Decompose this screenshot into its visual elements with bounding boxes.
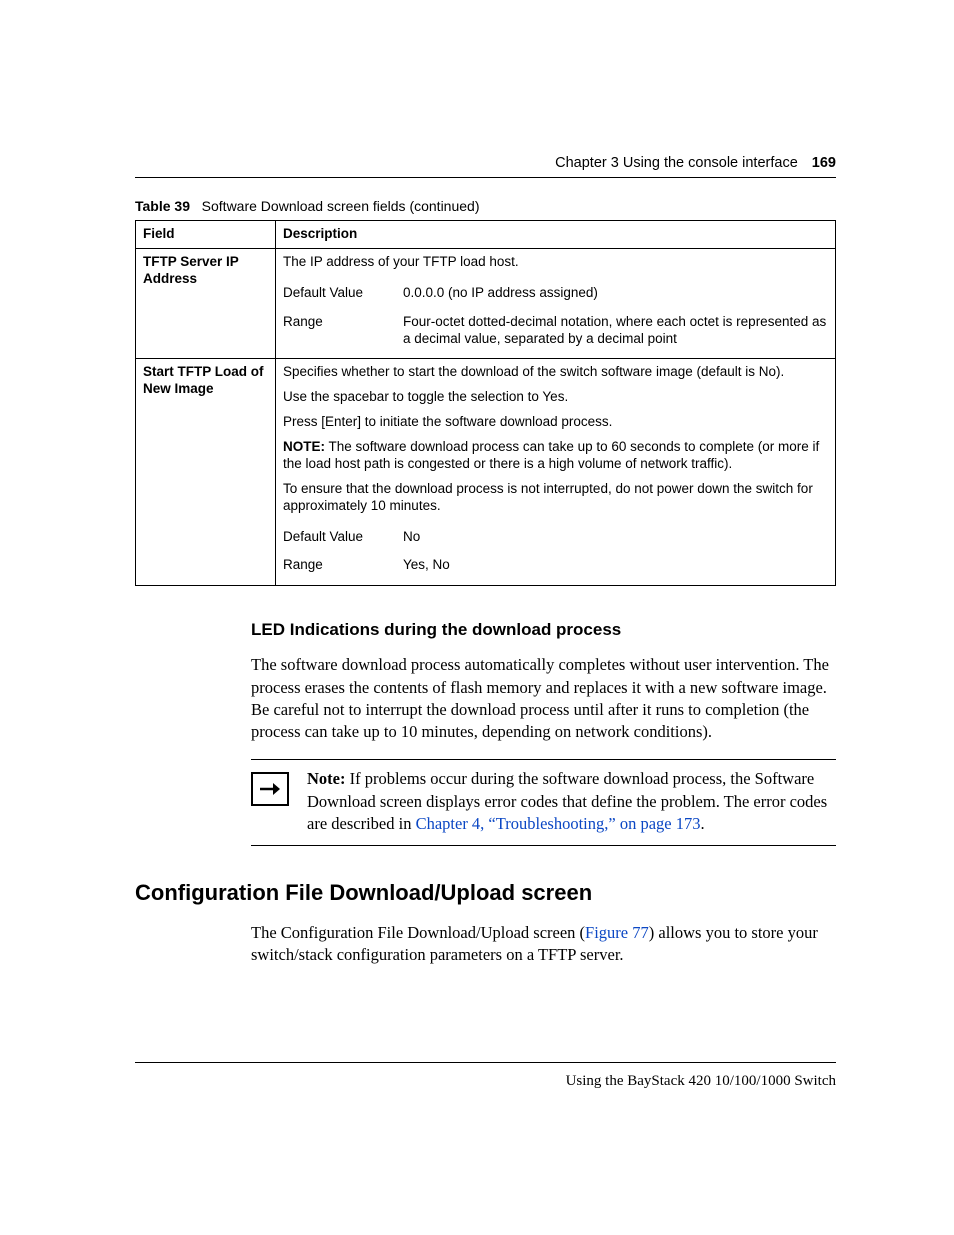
footer-rule	[135, 1062, 836, 1063]
range-label: Range	[283, 308, 403, 354]
page: Chapter 3 Using the console interface 16…	[0, 0, 954, 1235]
desc-note: NOTE: The software download process can …	[283, 439, 828, 473]
note-label: Note:	[307, 769, 345, 788]
col-description: Description	[276, 221, 836, 249]
desc-text: Press [Enter] to initiate the software d…	[283, 414, 828, 431]
fields-table: Field Description TFTP Server IP Address…	[135, 220, 836, 586]
note-body: Note: If problems occur during the softw…	[307, 768, 836, 835]
figure-link[interactable]: Figure 77	[585, 923, 649, 942]
note-label: NOTE:	[283, 439, 325, 454]
inner-table: Default Value No Range Yes, No	[283, 523, 828, 581]
desc-text: Specifies whether to start the download …	[283, 364, 828, 381]
note-block: Note: If problems occur during the softw…	[251, 759, 836, 846]
running-header: Chapter 3 Using the console interface 16…	[135, 155, 836, 171]
default-value: 0.0.0.0 (no IP address assigned)	[403, 279, 828, 308]
para2-a: The Configuration File Download/Upload s…	[251, 923, 585, 942]
header-rule	[135, 177, 836, 178]
chapter-title: Chapter 3 Using the console interface	[555, 155, 798, 171]
default-label: Default Value	[283, 279, 403, 308]
table-caption-text: Software Download screen fields (continu…	[202, 198, 480, 214]
footer-text: Using the BayStack 420 10/100/1000 Switc…	[135, 1073, 836, 1090]
table-row: TFTP Server IP Address The IP address of…	[136, 248, 836, 359]
desc-text: To ensure that the download process is n…	[283, 481, 828, 515]
table-caption: Table 39 Software Download screen fields…	[135, 198, 836, 214]
table-header-row: Field Description	[136, 221, 836, 249]
page-number: 169	[812, 155, 836, 171]
default-value: No	[403, 523, 828, 552]
desc-text: Use the spacebar to toggle the selection…	[283, 389, 828, 406]
table-number: Table 39	[135, 198, 190, 214]
default-label: Default Value	[283, 523, 403, 552]
range-label: Range	[283, 551, 403, 580]
body-paragraph: The software download process automatica…	[251, 654, 836, 743]
desc-text: The IP address of your TFTP load host.	[283, 254, 828, 271]
arrow-right-icon	[251, 772, 289, 806]
field-name-cell: Start TFTP Load of New Image	[136, 359, 276, 586]
table-row: Start TFTP Load of New Image Specifies w…	[136, 359, 836, 586]
note-text: The software download process can take u…	[283, 439, 819, 471]
page-footer: Using the BayStack 420 10/100/1000 Switc…	[135, 1062, 836, 1090]
section-heading-config: Configuration File Download/Upload scree…	[135, 880, 836, 906]
range-value: Four-octet dotted-decimal notation, wher…	[403, 308, 828, 354]
inner-table: Default Value 0.0.0.0 (no IP address ass…	[283, 279, 828, 354]
field-name-cell: TFTP Server IP Address	[136, 248, 276, 359]
field-desc-cell: The IP address of your TFTP load host. D…	[276, 248, 836, 359]
section-heading-led: LED Indications during the download proc…	[251, 620, 836, 640]
field-desc-cell: Specifies whether to start the download …	[276, 359, 836, 586]
note-tail: .	[700, 814, 704, 833]
body-paragraph: The Configuration File Download/Upload s…	[251, 922, 836, 967]
note-link[interactable]: Chapter 4, “Troubleshooting,” on page 17…	[416, 814, 701, 833]
range-value: Yes, No	[403, 551, 828, 580]
col-field: Field	[136, 221, 276, 249]
